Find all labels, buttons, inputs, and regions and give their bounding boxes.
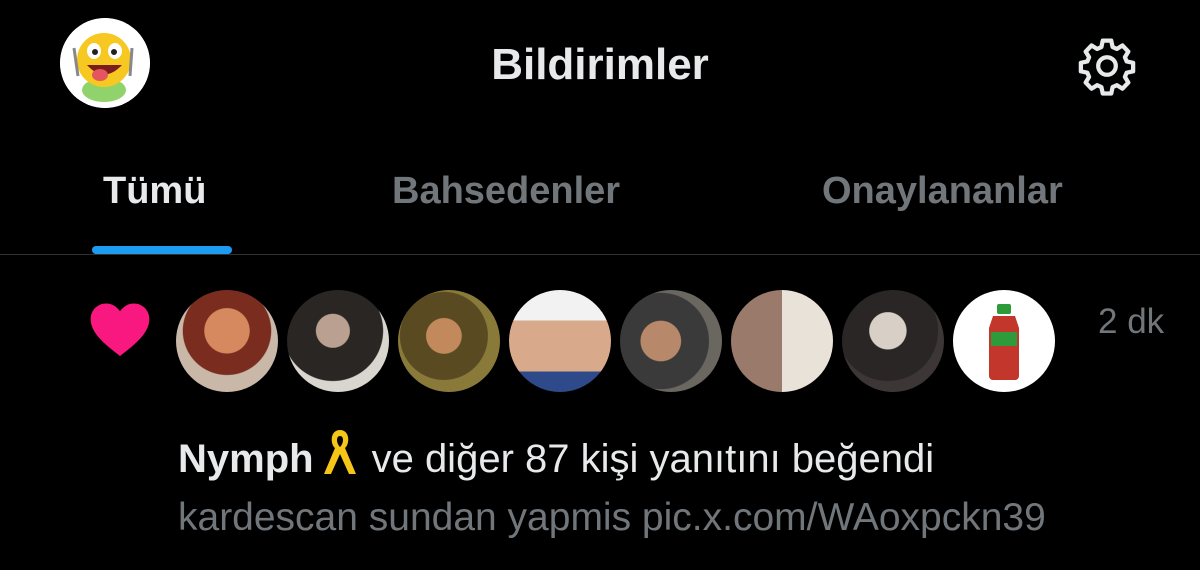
avatar[interactable] [398,290,500,392]
gear-icon [1078,38,1136,96]
active-tab-indicator [92,246,232,254]
avatar[interactable] [953,290,1055,392]
heart-icon [88,298,152,358]
yellow-ribbon-icon [323,430,356,474]
juice-bottle-icon [989,304,1019,380]
tweet-preview[interactable]: kardescan sundan yapmis pic.x.com/WAoxpc… [178,496,1046,540]
tab-verified[interactable]: Onaylananlar [822,170,1063,213]
avatar[interactable] [176,290,278,392]
actor-name[interactable]: Nymph [178,437,314,481]
avatar[interactable] [287,290,389,392]
avatar[interactable] [731,290,833,392]
timestamp: 2 dk [1098,302,1165,341]
header: Bildirimler [0,0,1200,130]
like-notification[interactable]: 2 dk Nymph ve diğer 87 kişi yanıtını beğ… [0,256,1200,570]
tab-mentions[interactable]: Bahsedenler [392,170,620,213]
tab-all[interactable]: Tümü [103,170,206,213]
action-text: ve diğer 87 kişi yanıtını beğendi [371,437,935,481]
page-title: Bildirimler [491,40,709,89]
avatar[interactable] [620,290,722,392]
notification-tabs: Tümü Bahsedenler Onaylananlar [0,150,1200,255]
settings-button[interactable] [1072,34,1142,98]
avatar[interactable] [509,290,611,392]
notification-text: Nymph ve diğer 87 kişi yanıtını beğendi [178,426,934,482]
avatar[interactable] [842,290,944,392]
